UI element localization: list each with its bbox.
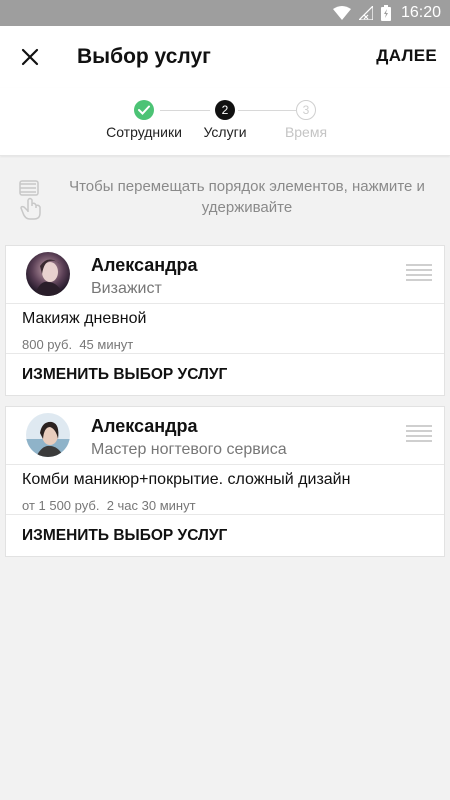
next-button[interactable]: ДАЛЕЕ xyxy=(376,46,437,66)
employee-role: Мастер ногтевого сервиса xyxy=(91,441,287,458)
hint-text: Чтобы перемещать порядок элементов, нажм… xyxy=(69,178,425,216)
wifi-icon xyxy=(332,6,351,20)
status-bar: 16:20 xyxy=(0,0,450,26)
app-bar: Выбор услуг ДАЛЕЕ xyxy=(0,26,450,88)
service-price: от 1 500 руб. xyxy=(22,498,100,513)
service-info: Макияж дневной 800 руб. 45 минут xyxy=(6,304,444,354)
service-name: Макияж дневной xyxy=(22,310,147,327)
status-time: 16:20 xyxy=(400,4,441,21)
step-time[interactable]: 3 Время xyxy=(256,100,356,140)
touch-drag-icon xyxy=(18,180,48,225)
close-button[interactable] xyxy=(0,26,60,88)
close-icon xyxy=(21,48,39,66)
service-duration: 2 час 30 минут xyxy=(106,498,196,513)
signal-icon xyxy=(358,6,373,20)
step-label: Время xyxy=(284,124,328,140)
service-info: Комби маникюр+покрытие. сложный дизайн о… xyxy=(6,465,444,515)
reorder-hint: Чтобы перемещать порядок элементов, нажм… xyxy=(0,176,450,226)
service-card[interactable]: Александра Мастер ногтевого сервиса Комб… xyxy=(5,406,445,557)
drag-handle-icon[interactable] xyxy=(406,264,432,284)
avatar xyxy=(26,413,70,457)
card-header: Александра Мастер ногтевого сервиса xyxy=(6,407,444,465)
change-services-button[interactable]: ИЗМЕНИТЬ ВЫБОР УСЛУГ xyxy=(6,354,444,395)
change-services-button[interactable]: ИЗМЕНИТЬ ВЫБОР УСЛУГ xyxy=(6,515,444,556)
avatar xyxy=(26,252,70,296)
stepper: Сотрудники 2 Услуги 3 Время xyxy=(0,88,450,156)
drag-handle-icon[interactable] xyxy=(406,425,432,445)
battery-icon xyxy=(380,5,391,21)
employee-name: Александра xyxy=(91,255,198,275)
service-meta: 800 руб. 45 минут xyxy=(22,337,133,352)
service-name: Комби маникюр+покрытие. сложный дизайн xyxy=(22,471,351,488)
service-card[interactable]: Александра Визажист Макияж дневной 800 р… xyxy=(5,245,445,396)
step-number: 3 xyxy=(296,100,316,120)
card-header: Александра Визажист xyxy=(6,246,444,304)
step-number: 2 xyxy=(215,100,235,120)
service-price: 800 руб. xyxy=(22,337,73,352)
service-duration: 45 минут xyxy=(79,337,134,352)
check-icon xyxy=(134,100,154,120)
page-title: Выбор услуг xyxy=(77,45,211,68)
employee-name: Александра xyxy=(91,416,198,436)
employee-role: Визажист xyxy=(91,280,162,297)
service-meta: от 1 500 руб. 2 час 30 минут xyxy=(22,498,196,513)
